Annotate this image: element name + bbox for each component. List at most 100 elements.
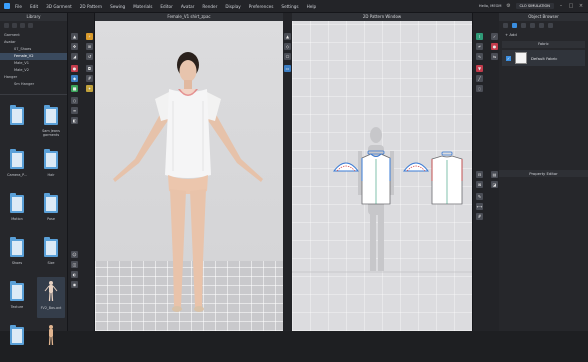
menu-settings[interactable]: Settings xyxy=(281,4,298,9)
sewing-tool-icon[interactable]: ⌇ xyxy=(476,33,483,40)
tree-item-garment[interactable]: Garment xyxy=(4,32,67,39)
tab-trim-icon[interactable] xyxy=(548,23,553,28)
tree-item-female-v2[interactable]: Female_V2 xyxy=(0,53,67,60)
brand-badge: CLO SIMULATION xyxy=(515,3,554,9)
menu-preferences[interactable]: Preferences xyxy=(249,4,274,9)
menu-avatar[interactable]: Avatar xyxy=(181,4,195,9)
2d-window-title: 2D Pattern Window xyxy=(292,13,472,21)
tab-topstitch-icon[interactable] xyxy=(539,23,544,28)
toolbar-2d: ▲ ◇ ⬠ ▭ xyxy=(283,13,292,331)
tab-fabric-icon[interactable] xyxy=(512,23,517,28)
rectangle-icon[interactable]: ▭ xyxy=(284,65,291,72)
thumb-avatar[interactable] xyxy=(37,321,65,362)
thumb-folder[interactable]: Hair xyxy=(37,145,65,186)
avatar-visibility-icon[interactable]: ☺ xyxy=(71,251,78,258)
internal-line-icon[interactable]: ╱ xyxy=(476,75,483,82)
annotation-icon[interactable]: ✎ xyxy=(476,193,483,200)
view-mode-icon[interactable] xyxy=(28,23,33,28)
pin-2d-icon[interactable]: ● xyxy=(491,43,498,50)
view-mode-icon[interactable]: ◐ xyxy=(71,271,78,278)
toolbar-right: ⌇ ⌿ ∿ ▼ ╱ ◌ ⊟ ⊠ ✎ ⟷ # ✓ ● ⇋ ▤ ◪ xyxy=(472,13,499,331)
segment-sewing-icon[interactable]: ⌿ xyxy=(476,43,483,50)
toolbar-3d: ▲ ✥ ◢ ● ◆ ■ ○ ≡ ◧ ☺ ◫ ◐ ◉ ⚡ ⊞ ↺ ◘ # ✦ xyxy=(68,13,95,331)
3d-viewport[interactable]: Female_V1 shirt_zpac xyxy=(95,13,283,331)
zipper-tool-icon[interactable]: ≡ xyxy=(71,107,78,114)
thumb-folder[interactable]: Pose xyxy=(37,189,65,230)
folder-icon xyxy=(10,149,24,169)
tree-item-avatar[interactable]: Avatar xyxy=(4,39,67,46)
ruler-icon[interactable]: ⟷ xyxy=(476,203,483,210)
move-tool-icon[interactable]: ✥ xyxy=(71,43,78,50)
menu-editor[interactable]: Editor xyxy=(160,4,172,9)
minimize-icon[interactable]: – xyxy=(558,3,564,9)
fold-2d-icon[interactable]: ◪ xyxy=(491,181,498,188)
check-icon[interactable]: ✓ xyxy=(506,55,511,61)
free-sewing-icon[interactable]: ∿ xyxy=(476,53,483,60)
pleat-icon[interactable]: ⊟ xyxy=(476,171,483,178)
fabric-item[interactable]: ✓ Default Fabric xyxy=(502,50,585,66)
grid-2d-icon[interactable]: # xyxy=(476,213,483,220)
tree-item-shoes[interactable]: 07_Shoes xyxy=(4,46,67,53)
garment-visibility-icon[interactable]: ◫ xyxy=(71,261,78,268)
tab-button-icon[interactable] xyxy=(521,23,526,28)
camera-icon[interactable]: ◘ xyxy=(86,65,93,72)
button-tool-icon[interactable]: ○ xyxy=(71,97,78,104)
reset-icon[interactable]: ↺ xyxy=(86,53,93,60)
sew-check-icon[interactable]: ✓ xyxy=(491,33,498,40)
maximize-icon[interactable]: □ xyxy=(568,3,574,9)
menu-render[interactable]: Render xyxy=(202,4,217,9)
thumb-folder[interactable]: Size xyxy=(37,233,65,274)
pattern-select-icon[interactable]: ▲ xyxy=(284,33,291,40)
menu-display[interactable]: Display xyxy=(225,4,240,9)
light-icon[interactable]: ✦ xyxy=(86,85,93,92)
arrange-icon[interactable]: ⊞ xyxy=(86,43,93,50)
grid-icon[interactable]: # xyxy=(86,75,93,82)
tab-graphic-icon[interactable] xyxy=(530,23,535,28)
add-fabric-button[interactable]: + Add xyxy=(499,30,588,39)
menu-materials[interactable]: Materials xyxy=(133,4,152,9)
menu-3d-garment[interactable]: 3D Garment xyxy=(46,4,72,9)
texture-tool-icon[interactable]: ■ xyxy=(71,85,78,92)
thumb-folder[interactable] xyxy=(3,101,31,142)
measure-tool-icon[interactable]: ◆ xyxy=(71,75,78,82)
render-icon[interactable]: ◉ xyxy=(71,281,78,288)
edit-point-icon[interactable]: ◇ xyxy=(284,43,291,50)
thumb-folder[interactable]: Camera_P... xyxy=(3,145,31,186)
thumb-folder[interactable]: Sam Jeans garments xyxy=(37,101,65,142)
folder-icon xyxy=(10,237,24,257)
fold-tool-icon[interactable]: ◢ xyxy=(71,53,78,60)
polygon-icon[interactable]: ⬠ xyxy=(284,53,291,60)
settings-icon[interactable]: ⚙ xyxy=(506,3,512,9)
tree-item-sm-hanger[interactable]: Sm Hanger xyxy=(4,81,67,88)
notch-icon[interactable]: ▼ xyxy=(476,65,483,72)
tree-item-male-v2[interactable]: Male_V2 xyxy=(4,67,67,74)
symmetry-icon[interactable]: ⇋ xyxy=(491,53,498,60)
select-tool-icon[interactable]: ▲ xyxy=(71,33,78,40)
thumb-folder[interactable]: Texture xyxy=(3,277,31,318)
trace-icon[interactable]: ◌ xyxy=(476,85,483,92)
close-icon[interactable]: × xyxy=(578,3,584,9)
menu-edit[interactable]: Edit xyxy=(30,4,38,9)
menu-help[interactable]: Help xyxy=(307,4,317,9)
thumb-folder[interactable]: Motion xyxy=(3,189,31,230)
back-icon[interactable] xyxy=(4,23,9,28)
tab-scene-icon[interactable] xyxy=(503,23,508,28)
simulate-icon[interactable]: ⚡ xyxy=(86,33,93,40)
grading-icon[interactable]: ⊠ xyxy=(476,181,483,188)
2d-pattern-viewport[interactable]: 2D Pattern Window xyxy=(292,13,472,331)
graphic-tool-icon[interactable]: ◧ xyxy=(71,117,78,124)
forward-icon[interactable] xyxy=(12,23,17,28)
thumb-avatar-file[interactable]: FV2_Bas.avt xyxy=(37,277,65,318)
tree-item-hanger[interactable]: Hanger xyxy=(4,74,67,81)
layer-icon[interactable]: ▤ xyxy=(491,171,498,178)
menu-2d-pattern[interactable]: 2D Pattern xyxy=(80,4,102,9)
tree-item-male-v1[interactable]: Male_V1 xyxy=(4,60,67,67)
add-folder-icon[interactable] xyxy=(20,23,25,28)
user-greeting[interactable]: Hello, MEGM xyxy=(479,4,502,8)
pin-tool-icon[interactable]: ● xyxy=(71,65,78,72)
menu-sewing[interactable]: Sewing xyxy=(110,4,125,9)
thumb-folder[interactable]: Shoes xyxy=(3,233,31,274)
folder-icon xyxy=(44,105,58,125)
thumb-folder[interactable] xyxy=(3,321,31,362)
menu-file[interactable]: File xyxy=(15,4,22,9)
